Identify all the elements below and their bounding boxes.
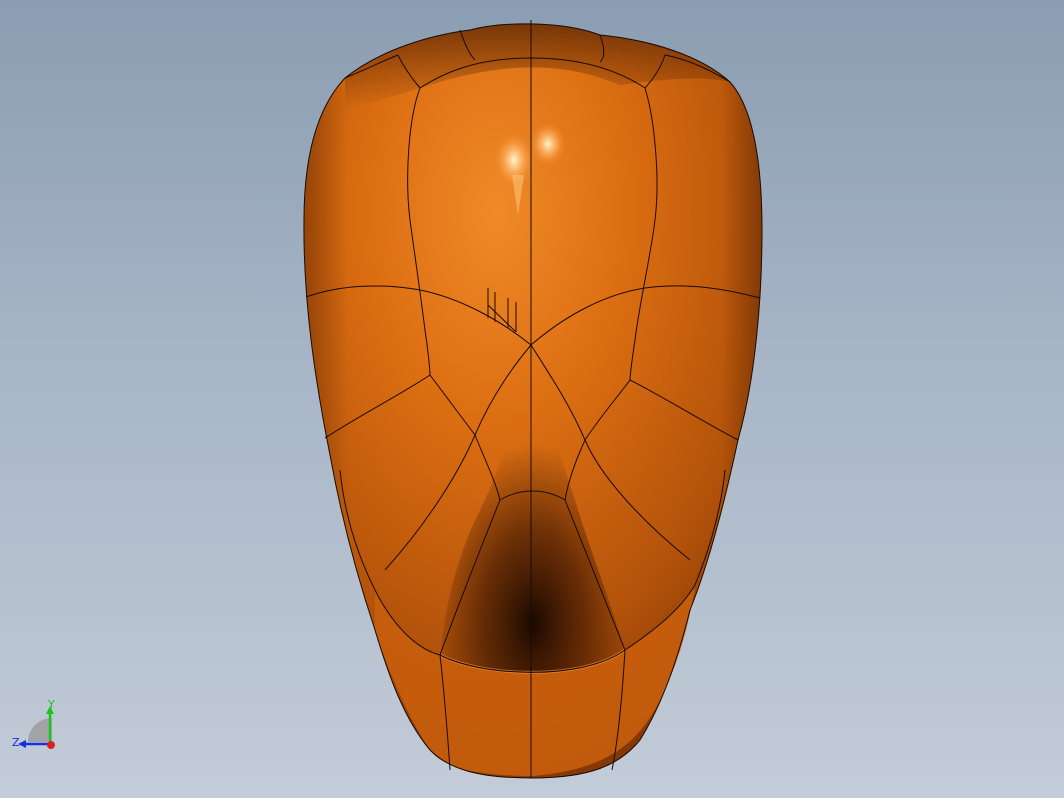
triad-base-icon <box>28 718 52 742</box>
specular-highlight-right <box>530 122 566 166</box>
3d-model-view[interactable] <box>0 0 1064 798</box>
graphics-viewport[interactable]: Y Z <box>0 0 1064 798</box>
x-axis-icon <box>47 741 55 749</box>
triad-y-label: Y <box>47 698 55 711</box>
triad-z-label: Z <box>12 736 20 749</box>
orientation-triad: Y Z <box>12 698 55 749</box>
